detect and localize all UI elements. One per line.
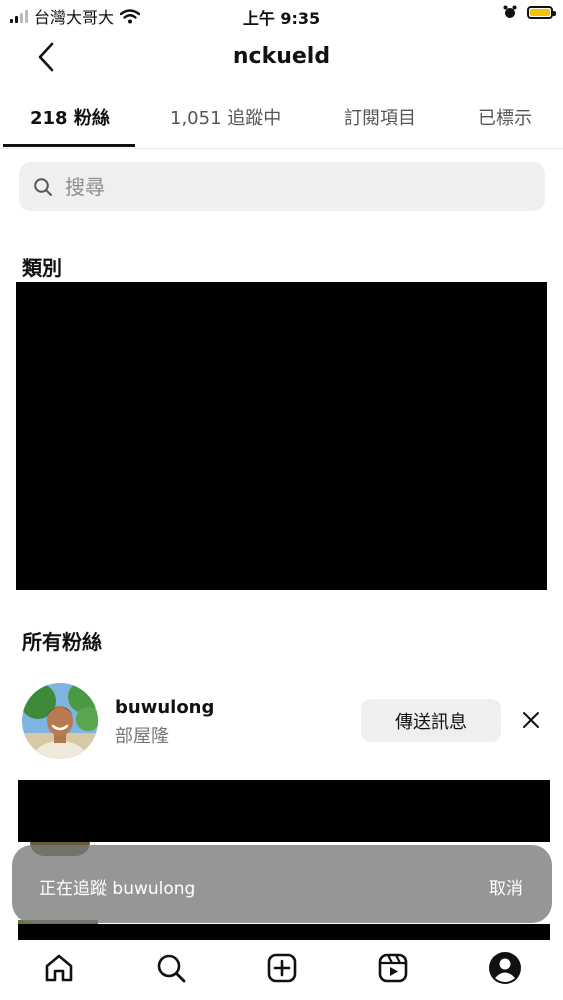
- search-bar[interactable]: [19, 162, 545, 211]
- follower-full-name: 部屋隆: [115, 726, 169, 747]
- reels-icon: [378, 953, 408, 983]
- all-followers-heading: 所有粉絲: [22, 630, 102, 654]
- tab-followers[interactable]: 218 粉絲: [30, 104, 110, 130]
- redacted-follower-row: [18, 780, 550, 842]
- follower-username[interactable]: buwulong: [115, 697, 214, 718]
- close-icon: [523, 712, 539, 728]
- home-icon: [45, 954, 73, 982]
- redacted-categories: [16, 282, 547, 590]
- snackbar-message: 正在追蹤 buwulong: [39, 879, 196, 899]
- categories-heading: 類別: [22, 256, 62, 280]
- snackbar-cancel-button[interactable]: 取消: [489, 874, 523, 899]
- remove-follower-button[interactable]: [514, 703, 548, 737]
- nav-home[interactable]: [39, 948, 79, 988]
- status-bar: 台灣大哥大 上午 9:35: [0, 0, 563, 30]
- bottom-nav: [0, 940, 563, 1000]
- nav-search[interactable]: [151, 948, 191, 988]
- page-title: nckueld: [232, 44, 331, 69]
- nav-reels[interactable]: [373, 948, 413, 988]
- alarm-icon: [503, 5, 517, 18]
- status-time: 上午 9:35: [242, 9, 321, 28]
- search-input[interactable]: [63, 173, 507, 200]
- status-right: [503, 5, 556, 19]
- snackbar: 正在追蹤 buwulong 取消: [12, 845, 552, 923]
- active-tab-indicator: [3, 144, 135, 147]
- search-icon: [157, 954, 186, 983]
- send-message-button[interactable]: 傳送訊息: [361, 699, 501, 742]
- tab-tagged[interactable]: 已標示: [478, 104, 532, 130]
- nav-profile[interactable]: [485, 948, 525, 988]
- search-icon: [34, 177, 52, 196]
- tab-subscriptions[interactable]: 訂閱項目: [344, 104, 416, 130]
- avatar-photo: [22, 683, 98, 759]
- create-icon: [267, 953, 297, 983]
- nav-create[interactable]: [262, 948, 302, 988]
- profile-icon: [489, 952, 521, 984]
- tab-following[interactable]: 1,051 追蹤中: [170, 104, 281, 130]
- avatar[interactable]: [22, 683, 98, 759]
- battery-icon: [527, 5, 556, 19]
- tab-bar: 218 粉絲 1,051 追蹤中 訂閱項目 已標示: [0, 96, 563, 149]
